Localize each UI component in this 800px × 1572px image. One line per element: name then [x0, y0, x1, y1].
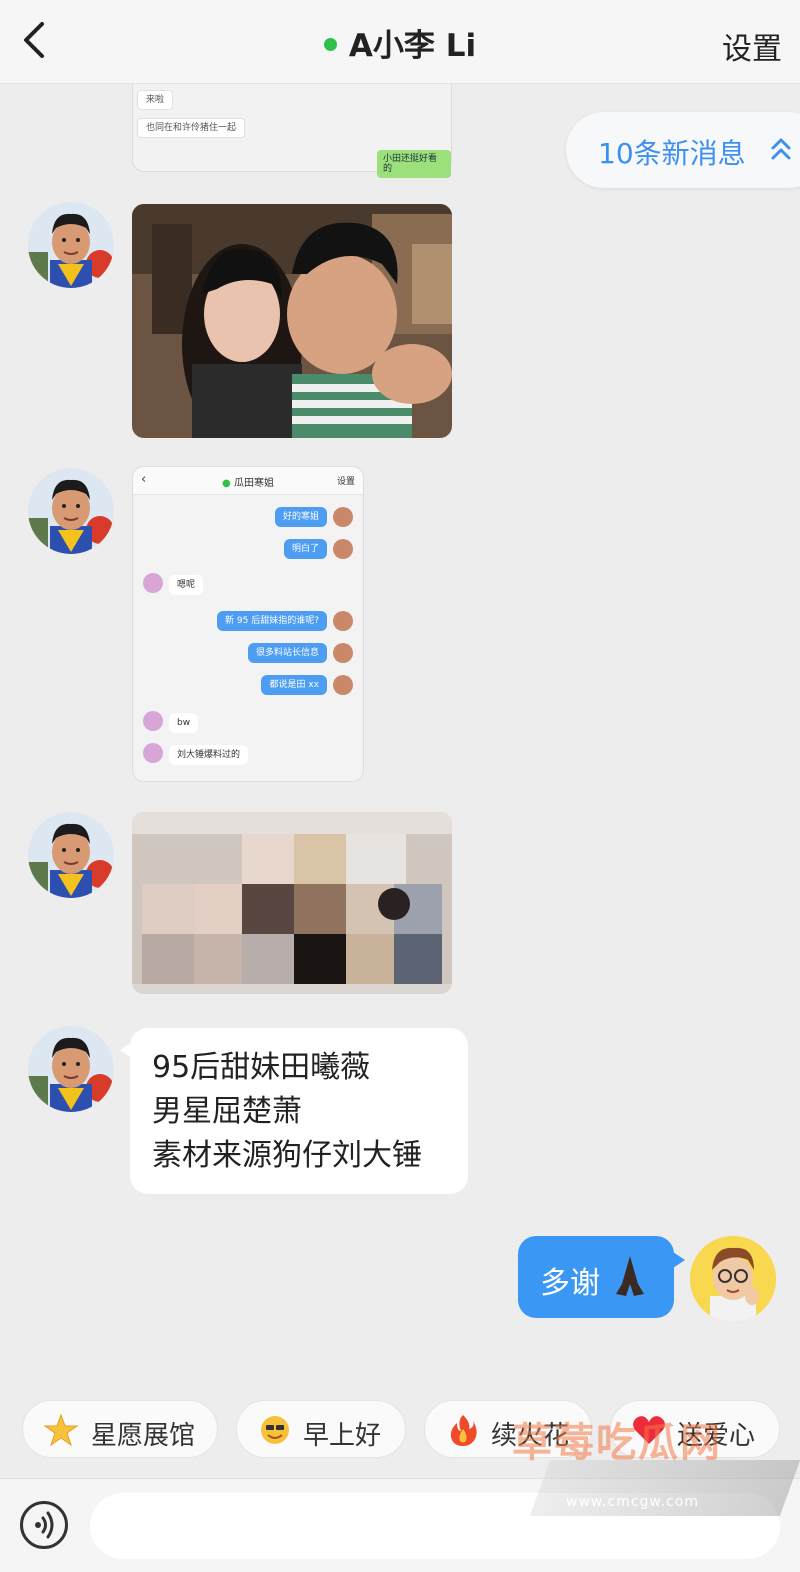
bubble-tail [120, 1042, 132, 1058]
mini-avatar [333, 611, 353, 631]
avatar-image [28, 468, 114, 554]
mini-bubble: 也同在和许伶猪住一起 [137, 118, 246, 138]
double-chevron-up-icon [771, 138, 791, 160]
star-icon [43, 1413, 79, 1447]
praying-hands-icon [616, 1256, 644, 1296]
avatar-image [28, 1026, 114, 1112]
text-message-received[interactable]: 95后甜妹田曦薇 男星屈楚萧 素材来源狗仔刘大锤 [120, 1028, 468, 1194]
quick-reply-good-morning[interactable]: 早上好 [236, 1400, 406, 1458]
online-status-icon [323, 38, 337, 51]
mini-avatar [143, 711, 163, 731]
chat-header: A小李 Li 设置 [0, 0, 800, 84]
my-avatar[interactable] [690, 1236, 776, 1322]
sent-message-text: 多谢 [540, 1266, 600, 1301]
image-message-pixelated[interactable] [132, 812, 452, 994]
quick-reply-label: 早上好 [303, 1421, 382, 1451]
mini-avatar [143, 573, 163, 593]
mini-avatar [333, 539, 353, 559]
contact-avatar[interactable] [28, 812, 114, 898]
quick-reply-label: 星愿展馆 [91, 1421, 196, 1451]
new-messages-pill[interactable]: 10条新消息 [566, 112, 800, 188]
text-message-sent[interactable]: 多谢 [518, 1236, 685, 1318]
mini-avatar [333, 675, 353, 695]
mini-bubble: 来啦 [137, 90, 174, 110]
mini-chat-header: ‹ ● 瓜田寒姐 设置 [133, 467, 363, 495]
image-message-chat-screenshot[interactable]: ‹ ● 瓜田寒姐 设置 好的寒姐 明白了 嗯呢 新 95 后甜妹指的谁呢? 很多… [132, 466, 364, 782]
mini-bubble-sent: 明白了 [283, 539, 327, 559]
mini-bubble-received: 刘大锤爆料过的 [169, 745, 249, 765]
mini-chat-title: ● 瓜田寒姐 [222, 478, 274, 489]
my-avatar-image [690, 1236, 776, 1322]
message-line: 素材来源狗仔刘大锤 [152, 1138, 422, 1173]
message-line: 95后甜妹田曦薇 [152, 1050, 371, 1085]
chat-title-text: A小李 Li [348, 28, 477, 64]
settings-button[interactable]: 设置 [722, 24, 782, 68]
mini-bubble-received: bw [169, 713, 199, 733]
sun-face-icon [261, 1416, 289, 1444]
mini-avatar [143, 743, 163, 763]
avatar-image [28, 812, 114, 898]
photo-couple-image [132, 204, 452, 438]
mini-bubble-received: 嗯呢 [169, 575, 204, 595]
mini-avatar [333, 507, 353, 527]
contact-avatar[interactable] [28, 1026, 114, 1112]
chat-title: A小李 Li [0, 20, 800, 65]
image-message-screenshot-partial[interactable]: 来啦 也同在和许伶猪住一起 小田还挺好看的 [132, 84, 452, 178]
contact-avatar[interactable] [28, 202, 114, 288]
voice-wave-icon [35, 1511, 54, 1539]
quick-reply-star-gallery[interactable]: 星愿展馆 [22, 1400, 218, 1458]
fire-icon [450, 1415, 477, 1446]
mini-bubble-sent: 很多料站长信息 [247, 643, 327, 663]
avatar-image [28, 202, 114, 288]
image-message-photo[interactable] [132, 204, 452, 438]
mini-settings: 设置 [336, 477, 355, 487]
bubble-tail [673, 1252, 685, 1268]
contact-avatar[interactable] [28, 468, 114, 554]
mini-bubble-sent: 新 95 后甜妹指的谁呢? [217, 611, 327, 631]
pixelated-photo-image [132, 812, 452, 994]
watermark-url: www.cmcgw.com [566, 1494, 699, 1510]
mini-bubble-green: 小田还挺好看的 [377, 150, 451, 178]
new-messages-label: 10条新消息 [598, 137, 746, 170]
mini-avatar [333, 643, 353, 663]
message-line: 男星屈楚萧 [152, 1094, 302, 1129]
voice-input-button[interactable] [20, 1501, 68, 1549]
mini-bubble-sent: 都说是田 xx [261, 675, 327, 695]
mini-bubble-sent: 好的寒姐 [274, 507, 327, 527]
